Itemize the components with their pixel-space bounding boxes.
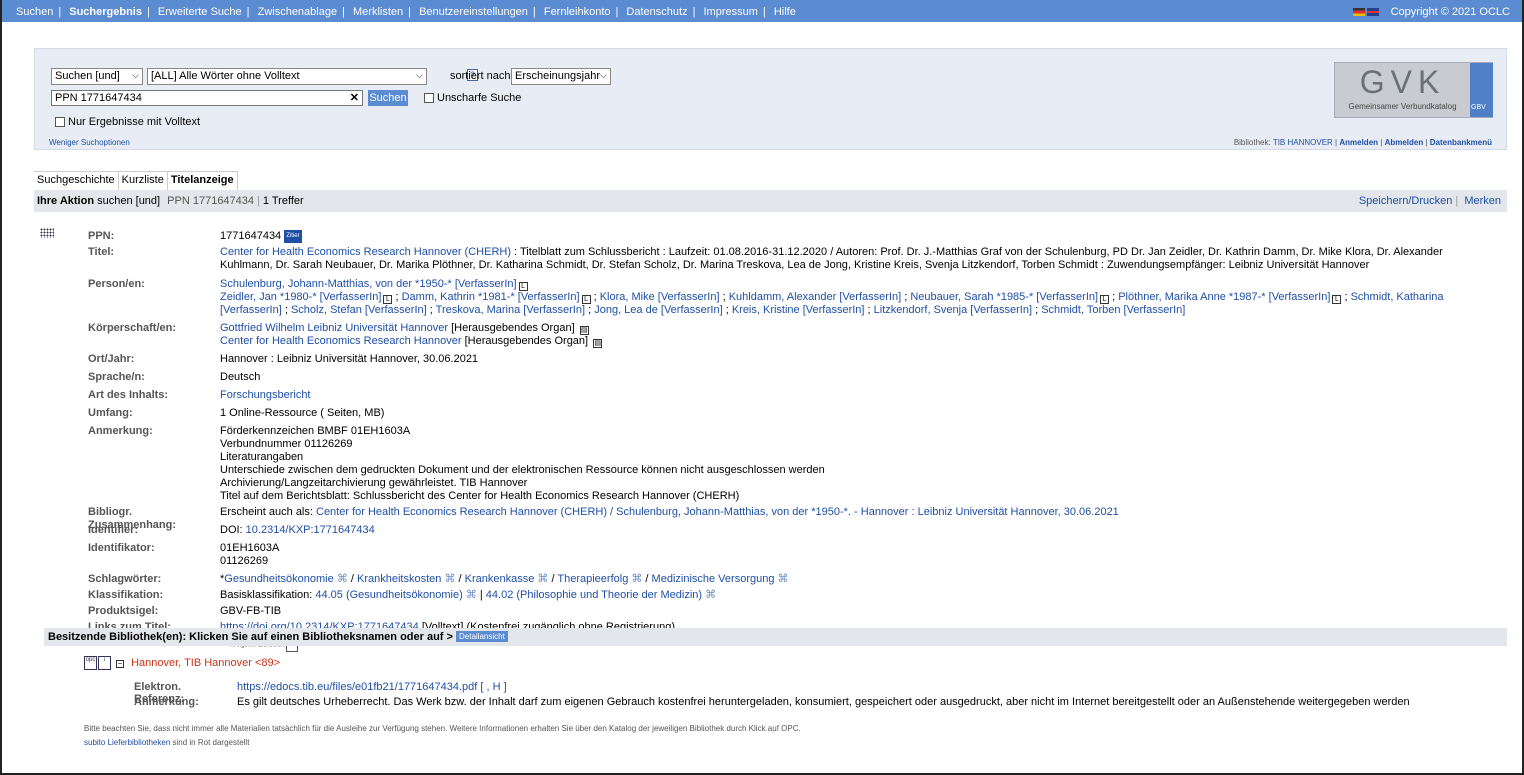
gnd-icon[interactable]: L: [581, 295, 591, 304]
library-name-link[interactable]: Hannover, TIB Hannover <89>: [131, 657, 280, 669]
detail-view-button[interactable]: Detailansicht: [456, 631, 508, 642]
nav-hilfe[interactable]: Hilfe: [774, 6, 796, 18]
gvk-logo: GVK Gemeinsamer Verbundkatalog GBV: [1334, 62, 1493, 118]
gnd-icon[interactable]: L: [518, 282, 528, 291]
subject-link[interactable]: Medizinische Versorgung: [652, 573, 775, 585]
gnd-icon[interactable]: L: [1332, 295, 1342, 304]
person-link[interactable]: Damm, Kathrin *1981-* [VerfasserIn]: [402, 291, 580, 303]
fuzzy-search-label: Unscharfe Suche: [437, 92, 522, 104]
person-link[interactable]: Kreis, Kristine [VerfasserIn]: [732, 304, 865, 316]
english-flag-icon[interactable]: [1367, 8, 1380, 16]
corporation-link[interactable]: Gottfried Wilhelm Leibniz Universität Ha…: [220, 322, 448, 334]
person-link[interactable]: Scholz, Stefan [VerfasserIn]: [291, 304, 427, 316]
person-link[interactable]: Plöthner, Marika Anne *1987-* [Verfasser…: [1118, 291, 1330, 303]
holding-note: Es gilt deutsches Urheberrecht. Das Werk…: [237, 696, 1410, 708]
login-link[interactable]: Anmelden: [1339, 138, 1378, 147]
corporation-link[interactable]: Center for Health Economics Research Han…: [220, 335, 462, 347]
title-link[interactable]: Center for Health Economics Research Han…: [220, 246, 511, 258]
person-link[interactable]: Kuhldamm, Alexander [VerfasserIn]: [729, 291, 901, 303]
search-input[interactable]: PPN 1771647434 ✕: [51, 90, 363, 106]
fulltext-only-label: Nur Ergebnisse mit Volltext: [68, 116, 201, 128]
library-link[interactable]: TIB HANNOVER: [1273, 138, 1333, 147]
tab-titelanzeige[interactable]: Titelanzeige: [168, 172, 238, 190]
view-tabs: Suchgeschichte Kurzliste Titelanzeige: [34, 171, 238, 190]
person-link[interactable]: Treskova, Marina [VerfasserIn]: [436, 304, 585, 316]
subject-link[interactable]: Gesundheitsökonomie: [224, 573, 333, 585]
collapse-icon[interactable]: −: [116, 659, 124, 668]
person-link[interactable]: Litzkendorf, Svenja [VerfasserIn]: [874, 304, 1032, 316]
nav-suchergebnis[interactable]: Suchergebnis: [69, 6, 142, 18]
subject-link[interactable]: Krankenkasse: [465, 573, 535, 585]
classification-link[interactable]: 44.05 (Gesundheitsökonomie): [315, 589, 462, 601]
search-panel: Suchen [und] ⌵ [ALL] Alle Wörter ohne Vol…: [34, 48, 1507, 150]
subject-link[interactable]: Therapieerfolg: [557, 573, 628, 585]
classification-link[interactable]: 44.02 (Philosophie und Theorie der Mediz…: [486, 589, 702, 601]
electronic-reference-link[interactable]: https://edocs.tib.eu/files/e01fb21/17716…: [237, 681, 507, 693]
holding-entry: opc i − Hannover, TIB Hannover <89>: [84, 656, 280, 670]
save-print-link[interactable]: Speichern/Drucken: [1359, 195, 1453, 207]
nav-benutzereinstellungen[interactable]: Benutzereinstellungen: [419, 6, 528, 18]
gnd-icon[interactable]: L: [383, 295, 393, 304]
logout-link[interactable]: Abmelden: [1385, 138, 1424, 147]
fulltext-only-checkbox[interactable]: [55, 117, 65, 127]
tab-suchgeschichte[interactable]: Suchgeschichte: [34, 172, 119, 190]
person-link[interactable]: Zeidler, Jan *1980-* [VerfasserIn]: [220, 291, 381, 303]
fuzzy-search-checkbox[interactable]: [424, 93, 434, 103]
nav-datenschutz[interactable]: Datenschutz: [626, 6, 687, 18]
nav-suchen[interactable]: Suchen: [16, 6, 53, 18]
search-field-select[interactable]: [ALL] Alle Wörter ohne Volltext ⌵: [147, 68, 427, 85]
chevron-down-icon: ⌵: [600, 70, 607, 80]
info-icon[interactable]: i: [98, 656, 111, 670]
action-bar: Ihre Aktion suchen [und] PPN 1771647434 |…: [34, 190, 1507, 212]
clear-icon[interactable]: ✕: [350, 91, 359, 104]
account-bar: Bibliothek: TIB HANNOVER | Anmelden | Ab…: [1233, 138, 1492, 147]
content-type-link[interactable]: Forschungsbericht: [220, 389, 311, 401]
chevron-down-icon: ⌵: [416, 70, 423, 80]
gnd-icon[interactable]: L: [1100, 295, 1110, 304]
person-link[interactable]: Schmidt, Torben [VerfasserIn]: [1041, 304, 1185, 316]
related-record-link[interactable]: Center for Health Economics Research Han…: [316, 506, 1119, 518]
doi-link[interactable]: 10.2314/KXP:1771647434: [246, 524, 375, 536]
person-link[interactable]: Klora, Mike [VerfasserIn]: [600, 291, 720, 303]
copyright: Copyright © 2021 OCLC: [1390, 6, 1510, 18]
main-nav: Suchen | Suchergebnis | Erweiterte Suche | …: [0, 0, 1524, 22]
authority-icon[interactable]: ▤: [593, 339, 603, 348]
nav-zwischenablage[interactable]: Zwischenablage: [258, 6, 338, 18]
cite-icon[interactable]: Zitier: [284, 230, 302, 243]
sort-label: sortiert nach: [450, 70, 511, 82]
full-view-icon: [40, 228, 54, 238]
authority-icon[interactable]: ▤: [579, 326, 589, 335]
availability-note: Bitte beachten Sie, dass nicht immer all…: [84, 724, 801, 733]
nav-merklisten[interactable]: Merklisten: [353, 6, 403, 18]
opc-icon[interactable]: opc: [84, 656, 97, 670]
less-options-link[interactable]: Weniger Suchoptionen: [49, 138, 130, 147]
record-detail: PPN: 1771647434 Zitier Titel: Center for…: [88, 228, 1483, 652]
chevron-down-icon: ⌵: [132, 70, 139, 80]
remember-link[interactable]: Merken: [1464, 195, 1501, 207]
ppn-value: 1771647434: [220, 230, 282, 242]
subito-link[interactable]: subito Lieferbibliotheken: [84, 738, 170, 747]
top-bar: Suchen | Suchergebnis | Erweiterte Suche | …: [0, 0, 1524, 37]
sort-select[interactable]: Erscheinungsjahr ⌵: [511, 68, 611, 85]
holdings-bar: Besitzende Bibliothek(en): Klicken Sie a…: [44, 628, 1507, 646]
nav-erweiterte-suche[interactable]: Erweiterte Suche: [158, 6, 242, 18]
german-flag-icon[interactable]: [1353, 8, 1366, 16]
nav-fernleihkonto[interactable]: Fernleihkonto: [544, 6, 611, 18]
search-button[interactable]: Suchen: [368, 90, 408, 106]
search-mode-select[interactable]: Suchen [und] ⌵: [51, 68, 143, 85]
dbmenu-link[interactable]: Datenbankmenü: [1430, 138, 1492, 147]
person-link[interactable]: Jong, Lea de [VerfasserIn]: [594, 304, 722, 316]
person-link[interactable]: Neubauer, Sarah *1985-* [VerfasserIn]: [910, 291, 1098, 303]
nav-impressum[interactable]: Impressum: [704, 6, 758, 18]
subject-link[interactable]: Krankheitskosten: [357, 573, 441, 585]
tab-kurzliste[interactable]: Kurzliste: [119, 172, 168, 190]
person-link[interactable]: Schulenburg, Johann-Matthias, von der *1…: [220, 278, 517, 290]
